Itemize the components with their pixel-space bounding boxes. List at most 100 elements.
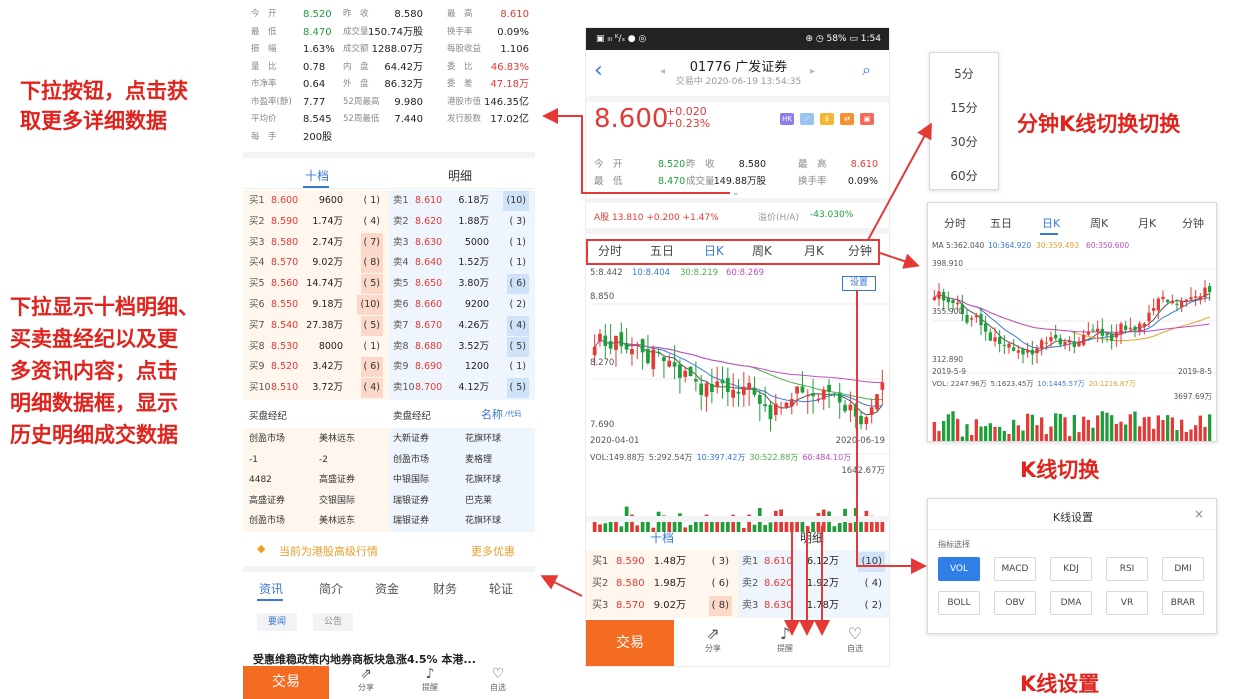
broker-cell[interactable]: 美林远东 bbox=[319, 430, 355, 448]
minute-option-1[interactable]: 15分 bbox=[930, 99, 998, 116]
ask-row[interactable]: 卖6 8.660 9200 ( 2) bbox=[389, 295, 535, 315]
broker-cell[interactable]: 创盈市场 bbox=[249, 512, 285, 530]
minute-option-2[interactable]: 30分 bbox=[930, 133, 998, 150]
bid-row[interactable]: 买4 8.570 9.02万 ( 8) bbox=[243, 253, 389, 274]
bid-row[interactable]: 买7 8.540 27.38万 ( 5) bbox=[243, 315, 389, 336]
broker-code-toggle[interactable]: /代码 bbox=[505, 409, 521, 419]
broker-cell[interactable]: 巴克莱 bbox=[465, 492, 492, 510]
broker-cell[interactable]: 中银国际 bbox=[393, 471, 429, 489]
chevron-down-icon[interactable]: ⌄ bbox=[732, 188, 740, 198]
watchlist-button[interactable]: ♡ 自选 bbox=[840, 624, 870, 654]
bid-row[interactable]: 买3 8.570 9.02万 ( 8) bbox=[586, 596, 738, 616]
trade-button[interactable]: 交易 bbox=[243, 666, 329, 699]
ask-row[interactable]: 卖3 8.630 1.78万 ( 2) bbox=[738, 596, 889, 616]
broker-cell[interactable]: 交银国际 bbox=[319, 492, 355, 510]
tab-detail[interactable]: 明细 bbox=[800, 529, 824, 546]
indicator-brar-button[interactable]: BRAR bbox=[1162, 591, 1204, 615]
hk-icon[interactable]: HK bbox=[780, 113, 794, 125]
ask-row[interactable]: 卖9 8.690 1200 ( 1) bbox=[389, 357, 535, 377]
remind-button[interactable]: ♪ 提醒 bbox=[415, 666, 445, 693]
trend-icon[interactable]: ⟋ bbox=[800, 113, 814, 125]
broker-cell[interactable]: 4482 bbox=[249, 471, 272, 489]
tab-kline-2[interactable]: 日K bbox=[1042, 215, 1060, 231]
ask-row[interactable]: 卖7 8.670 4.26万 ( 4) bbox=[389, 315, 535, 336]
broker-cell[interactable]: -1 bbox=[249, 451, 258, 469]
ask-row[interactable]: 卖8 8.680 3.52万 ( 5) bbox=[389, 336, 535, 357]
broker-cell[interactable]: 创盈市场 bbox=[249, 430, 285, 448]
swap-icon[interactable]: ⇄ bbox=[840, 113, 854, 125]
ask-row[interactable]: 卖3 8.630 5000 ( 1) bbox=[389, 233, 535, 253]
close-icon[interactable]: × bbox=[1194, 507, 1204, 521]
bid-row[interactable]: 买1 8.590 1.48万 ( 3) bbox=[586, 552, 738, 572]
tab-kline-0[interactable]: 分时 bbox=[944, 215, 966, 231]
broker-cell[interactable]: -2 bbox=[319, 451, 328, 469]
ask-row[interactable]: 卖1 8.610 6.18万 (10) bbox=[389, 191, 535, 211]
broker-cell[interactable]: 高盛证券 bbox=[249, 492, 285, 510]
minute-option-0[interactable]: 5分 bbox=[930, 65, 998, 82]
tab-ten-levels[interactable]: 十档 bbox=[305, 167, 329, 184]
dollar-icon[interactable]: $ bbox=[820, 113, 834, 125]
tab-kline-3[interactable]: 周K bbox=[1090, 215, 1108, 231]
share-button[interactable]: ⇗ 分享 bbox=[698, 624, 728, 654]
bid-row[interactable]: 买5 8.560 14.74万 ( 5) bbox=[243, 274, 389, 295]
remind-button[interactable]: ♪ 提醒 bbox=[770, 624, 800, 654]
broker-cell[interactable]: 大新证券 bbox=[393, 430, 429, 448]
broker-cell[interactable]: 创盈市场 bbox=[393, 451, 429, 469]
indicator-macd-button[interactable]: MACD bbox=[994, 557, 1036, 581]
broker-cell[interactable]: 花旗环球 bbox=[465, 512, 501, 530]
ask-row[interactable]: 卖1 8.610 6.12万 (10) bbox=[738, 552, 889, 572]
bid-row[interactable]: 买8 8.530 8000 ( 1) bbox=[243, 337, 389, 357]
tab-detail[interactable]: 明细 bbox=[448, 167, 472, 184]
indicator-dma-button[interactable]: DMA bbox=[1050, 591, 1092, 615]
broker-cell[interactable]: 花旗环球 bbox=[465, 430, 501, 448]
tab-news-1[interactable]: 简介 bbox=[319, 580, 343, 597]
share-button[interactable]: ⇗ 分享 bbox=[351, 666, 381, 693]
ask-row[interactable]: 卖2 8.620 1.92万 ( 4) bbox=[738, 574, 889, 594]
promo-more-link[interactable]: 更多优惠 bbox=[471, 543, 515, 559]
tab-ten-levels[interactable]: 十档 bbox=[650, 529, 674, 546]
ask-row[interactable]: 卖10 8.700 4.12万 ( 5) bbox=[389, 378, 535, 399]
bid-row[interactable]: 买3 8.580 2.74万 ( 7) bbox=[243, 232, 389, 253]
indicator-boll-button[interactable]: BOLL bbox=[938, 591, 980, 615]
indicator-vr-button[interactable]: VR bbox=[1106, 591, 1148, 615]
trade-button[interactable]: 交易 bbox=[586, 620, 674, 666]
broker-cell[interactable]: 麦格理 bbox=[465, 451, 492, 469]
broker-cell[interactable]: 美林远东 bbox=[319, 512, 355, 530]
broker-cell[interactable]: 高盛证券 bbox=[319, 471, 355, 489]
minute-option-3[interactable]: 60分 bbox=[930, 167, 998, 184]
tab-kline-5[interactable]: 分钟 bbox=[1182, 215, 1204, 231]
tab-news-3[interactable]: 财务 bbox=[433, 580, 457, 597]
gift-icon[interactable]: ▣ bbox=[860, 113, 874, 125]
indicator-rsi-button[interactable]: RSI bbox=[1106, 557, 1148, 581]
tab-news-2[interactable]: 资金 bbox=[375, 580, 399, 597]
promo-bar[interactable]: ◆ 当前为港股高级行情 更多优惠 bbox=[243, 536, 535, 564]
next-stock-icon[interactable]: ▸ bbox=[810, 66, 815, 77]
watchlist-button[interactable]: ♡ 自选 bbox=[483, 666, 513, 693]
bid-row[interactable]: 买10 8.510 3.72万 ( 4) bbox=[243, 378, 389, 399]
broker-cell[interactable]: 瑞银证券 bbox=[393, 492, 429, 510]
broker-table[interactable]: 创盈市场 美林远东 大新证券 花旗环球 -1 -2 创盈市场 麦格理 4482 高盛证券 中银国际花… bbox=[243, 428, 535, 532]
tab-kline-1[interactable]: 五日 bbox=[990, 215, 1012, 231]
bid-row[interactable]: 买6 8.550 9.18万 (10) bbox=[243, 295, 389, 315]
broker-name-toggle[interactable]: 名称 bbox=[481, 406, 503, 422]
tab-news-0[interactable]: 资讯 bbox=[259, 580, 283, 597]
subtab-news[interactable]: 要闻 bbox=[257, 613, 297, 631]
bid-row[interactable]: 买9 8.520 3.42万 ( 6) bbox=[243, 357, 389, 378]
news-headline[interactable]: 受惠维稳政策内地券商板块急涨4.5% 本港... bbox=[253, 651, 476, 667]
broker-cell[interactable]: 花旗环球 bbox=[465, 471, 501, 489]
bid-row[interactable]: 买1 8.600 9600 ( 1) bbox=[243, 191, 389, 211]
ask-row[interactable]: 卖4 8.640 1.52万 ( 1) bbox=[389, 253, 535, 273]
indicator-kdj-button[interactable]: KDJ bbox=[1050, 557, 1092, 581]
subtab-announcement[interactable]: 公告 bbox=[313, 613, 353, 631]
tab-news-4[interactable]: 轮证 bbox=[489, 580, 513, 597]
kline-panel-chart[interactable] bbox=[928, 253, 1217, 442]
indicator-vol-button[interactable]: VOL bbox=[938, 557, 980, 581]
bid-row[interactable]: 买2 8.580 1.98万 ( 6) bbox=[586, 574, 738, 594]
broker-cell[interactable]: 瑞银证券 bbox=[393, 512, 429, 530]
ask-row[interactable]: 卖2 8.620 1.88万 ( 3) bbox=[389, 212, 535, 232]
search-icon[interactable]: ⌕ bbox=[862, 60, 871, 80]
tab-kline-4[interactable]: 月K bbox=[1138, 215, 1156, 231]
indicator-dmi-button[interactable]: DMI bbox=[1162, 557, 1204, 581]
ask-row[interactable]: 卖5 8.650 3.80万 ( 6) bbox=[389, 274, 535, 295]
kline-chart[interactable] bbox=[586, 284, 890, 534]
